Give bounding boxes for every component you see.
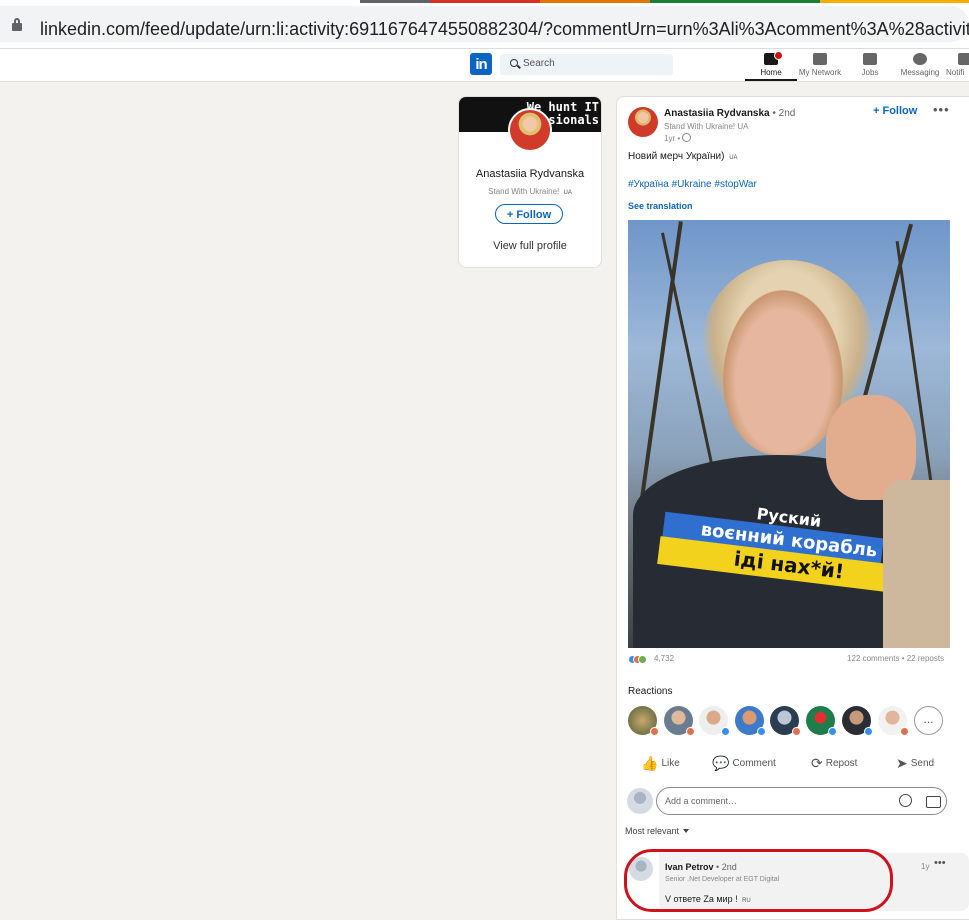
like-reaction-icon <box>864 727 873 736</box>
like-label: Like <box>661 758 680 769</box>
nav-label: Notifi <box>946 68 965 77</box>
comment-icon: 💬 <box>712 755 730 771</box>
notification-dot <box>774 51 783 60</box>
bell-icon <box>958 53 969 65</box>
search-input[interactable]: Search <box>500 54 673 75</box>
like-reaction-icon <box>828 727 837 736</box>
reactor-avatar[interactable] <box>628 706 659 736</box>
nav-item-jobs[interactable]: Jobs <box>844 49 896 81</box>
nav-label: My Network <box>798 68 842 77</box>
love-reaction-icon <box>792 727 801 736</box>
comment-placeholder: Add a comment… <box>665 796 738 806</box>
post-hashtags[interactable]: #Україна #Ukraine #stopWar <box>628 179 757 190</box>
love-reaction-icon <box>686 727 695 736</box>
send-icon: ➤ <box>896 755 908 771</box>
comment-time: 1y <box>921 862 930 871</box>
like-reaction-icon <box>721 727 730 736</box>
like-reaction-icon <box>757 727 766 736</box>
post-time: 1yr • <box>664 133 692 143</box>
profile-name[interactable]: Anastasiia Rydvanska <box>459 168 601 180</box>
send-label: Send <box>910 758 935 769</box>
connection-degree: • 2nd <box>772 108 796 119</box>
repost-label: Repost <box>825 758 858 769</box>
author-name-text[interactable]: Anastasiia Rydvanska <box>664 108 770 119</box>
tab-strip <box>540 0 650 3</box>
nav-item-notifications[interactable]: Notifi <box>938 49 969 81</box>
repost-button[interactable]: ⟳ Repost <box>811 755 857 772</box>
reactor-avatar[interactable] <box>878 706 909 736</box>
tab-strip <box>430 0 540 3</box>
reactions-count[interactable]: 4,732 <box>654 654 674 663</box>
send-button[interactable]: ➤ Send <box>896 755 934 772</box>
view-full-profile-link[interactable]: View full profile <box>459 240 601 252</box>
linkedin-logo-icon[interactable]: in <box>470 53 492 75</box>
feed-post: Anastasiia Rydvanska • 2nd Stand With Uk… <box>616 96 969 920</box>
reactor-avatar[interactable] <box>699 706 730 736</box>
flag-icon: UA <box>729 155 738 161</box>
emoji-icon[interactable] <box>899 794 912 807</box>
network-icon <box>813 53 827 65</box>
author-name[interactable]: Anastasiia Rydvanska • 2nd <box>664 108 795 119</box>
nav-item-my-network[interactable]: My Network <box>794 49 846 81</box>
address-bar[interactable]: linkedin.com/feed/update/urn:li:activity… <box>0 6 969 42</box>
support-reaction-icon[interactable] <box>638 655 647 664</box>
more-reactions-button[interactable]: ... <box>914 706 943 735</box>
image-icon[interactable] <box>926 796 941 808</box>
reactor-avatar[interactable] <box>735 706 766 736</box>
nav-item-home[interactable]: Home <box>745 49 797 81</box>
see-translation-link[interactable]: See translation <box>628 201 693 211</box>
follow-button[interactable]: + Follow <box>873 105 917 117</box>
search-placeholder: Search <box>523 58 555 69</box>
bag <box>883 480 950 648</box>
message-icon <box>913 53 927 65</box>
nav-label: Home <box>760 68 782 77</box>
highlight-annotation <box>624 849 893 912</box>
more-options-icon[interactable]: ••• <box>934 857 946 869</box>
author-headline: Stand With Ukraine! UA <box>664 122 749 131</box>
url-text[interactable]: linkedin.com/feed/update/urn:li:activity… <box>40 19 969 40</box>
reactor-avatar[interactable] <box>806 706 837 736</box>
like-button[interactable]: 👍 Like <box>641 755 680 772</box>
follow-button[interactable]: + Follow <box>495 204 563 224</box>
reactions-heading: Reactions <box>628 686 673 697</box>
repost-icon: ⟳ <box>811 755 823 771</box>
briefcase-icon <box>863 53 877 65</box>
sort-dropdown[interactable]: Most relevant <box>625 826 689 836</box>
love-reaction-icon <box>650 727 659 736</box>
reactor-avatar[interactable] <box>664 706 695 736</box>
face <box>723 290 843 455</box>
globe-icon <box>682 133 692 142</box>
author-avatar[interactable] <box>628 107 658 137</box>
nav-label: Jobs <box>861 68 879 77</box>
profile-card: We hunt IT ssionals Anastasiia Rydvanska… <box>458 96 602 268</box>
comment-input[interactable]: Add a comment… <box>656 787 947 815</box>
user-avatar[interactable] <box>627 788 653 814</box>
top-navigation: in Search Home My Network Jobs Messaging… <box>0 49 969 82</box>
post-text: Новий мерч України) UA <box>628 151 738 162</box>
headline-text: Stand With Ukraine! <box>488 187 560 196</box>
avatar[interactable] <box>508 108 552 152</box>
post-time-text: 1yr • <box>664 134 681 143</box>
profile-headline: Stand With Ukraine! UA <box>459 187 601 196</box>
love-reaction-icon <box>900 727 909 736</box>
post-text-body: Новий мерч України) <box>628 151 725 162</box>
more-options-icon[interactable]: ••• <box>933 102 950 117</box>
flag-icon: UA <box>563 190 572 196</box>
tab-strip <box>820 0 969 3</box>
like-icon: 👍 <box>641 755 659 771</box>
post-image[interactable]: Руский воєнний корабль іді нах*й! <box>628 220 950 648</box>
tab-strip <box>360 0 430 3</box>
browser-toolbar: linkedin.com/feed/update/urn:li:activity… <box>0 0 969 49</box>
reactor-avatar[interactable] <box>770 706 801 736</box>
search-icon <box>510 59 518 67</box>
comments-reposts-count[interactable]: 122 comments • 22 reposts <box>847 654 944 663</box>
comment-label: Comment <box>732 758 776 769</box>
reactor-avatar[interactable] <box>842 706 873 736</box>
tab-strip <box>650 0 820 3</box>
comment-button[interactable]: 💬 Comment <box>712 755 776 772</box>
lock-icon[interactable] <box>12 18 22 31</box>
